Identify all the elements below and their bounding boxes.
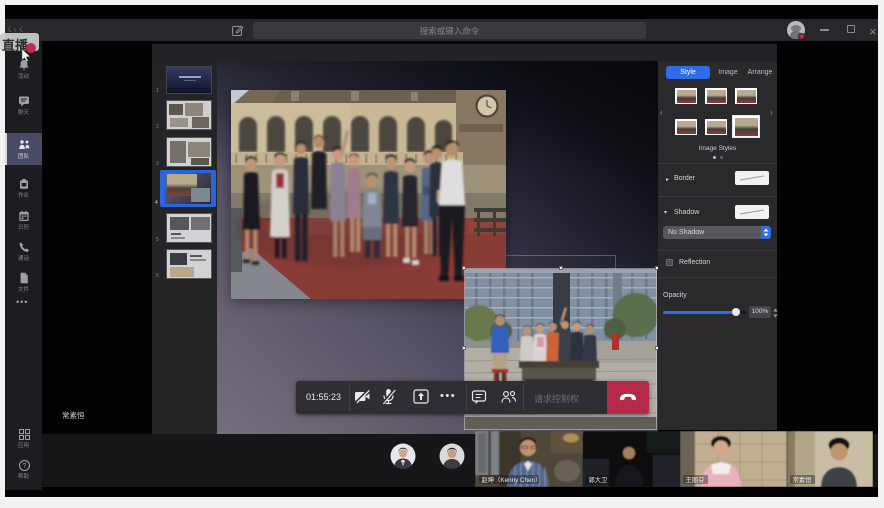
svg-text:?: ? [23, 463, 27, 470]
svg-text:赵坤（Kenny Chen）: 赵坤（Kenny Chen） [482, 475, 542, 484]
svg-text:常素恒: 常素恒 [793, 475, 813, 484]
svg-text:王丽芬: 王丽芬 [686, 475, 706, 484]
svg-text:郭大卫: 郭大卫 [589, 475, 608, 484]
